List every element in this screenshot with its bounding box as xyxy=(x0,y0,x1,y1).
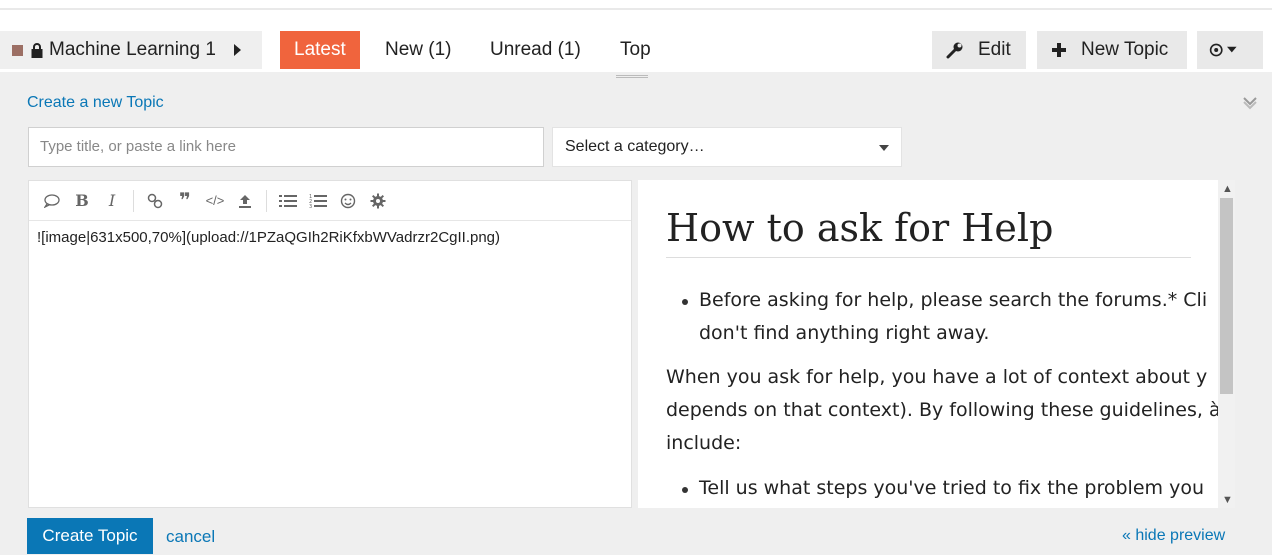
lock-icon xyxy=(31,42,43,58)
preview-pane: How to ask for Help Before asking for he… xyxy=(638,180,1235,508)
new-topic-label: New Topic xyxy=(1081,39,1169,60)
chevron-down-icon xyxy=(1227,46,1237,53)
tab-top[interactable]: Top xyxy=(606,31,665,69)
tab-new[interactable]: New (1) xyxy=(371,31,466,69)
link-icon[interactable] xyxy=(140,187,170,215)
preview-title-rule xyxy=(666,257,1191,258)
caret-right-icon xyxy=(233,44,241,56)
scroll-down-arrow-icon[interactable]: ▼ xyxy=(1222,494,1233,506)
scroll-up-arrow-icon[interactable]: ▲ xyxy=(1222,183,1233,195)
plus-icon xyxy=(1052,43,1066,57)
code-icon[interactable]: </> xyxy=(200,187,230,215)
markdown-editor[interactable]: B I ❞ </> 123 ![image|631x500,70%](uploa… xyxy=(28,180,632,508)
preview-scrollbar[interactable]: ▲ ▼ xyxy=(1218,180,1235,508)
collapse-chevron-icon[interactable] xyxy=(1242,94,1258,110)
upload-icon[interactable] xyxy=(230,187,260,215)
category-breadcrumb[interactable]: Machine Learning 1 xyxy=(0,31,262,69)
preview-paragraph-line-2: depends on that context). By following t… xyxy=(666,399,1221,421)
category-name: Machine Learning 1 xyxy=(49,39,216,60)
quote-icon[interactable] xyxy=(37,187,67,215)
create-topic-button[interactable]: Create Topic xyxy=(27,518,153,554)
preview-paragraph-line-3: include: xyxy=(666,432,742,454)
tab-latest[interactable]: Latest xyxy=(280,31,360,69)
dropdown-caret-icon xyxy=(879,145,889,151)
editor-toolbar: B I ❞ </> 123 xyxy=(29,181,631,221)
resize-grip[interactable] xyxy=(616,75,648,78)
preview-bullet-1-line-1: Before asking for help, please search th… xyxy=(699,289,1208,311)
navigation-bar: Machine Learning 1 Latest New (1) Unread… xyxy=(0,28,1272,72)
preview-bullet-2-line-1: Tell us what steps you've tried to fix t… xyxy=(699,477,1204,499)
bold-icon[interactable]: B xyxy=(67,187,97,215)
notification-options-button[interactable] xyxy=(1197,31,1263,69)
top-divider xyxy=(0,8,1272,10)
tab-unread[interactable]: Unread (1) xyxy=(476,31,595,69)
scroll-thumb[interactable] xyxy=(1220,198,1233,394)
blockquote-icon[interactable]: ❞ xyxy=(170,187,200,215)
preview-bullet-1-line-2: don't find anything right away. xyxy=(699,322,990,344)
edit-button[interactable]: Edit xyxy=(932,31,1026,69)
wrench-icon xyxy=(946,42,963,59)
cancel-link[interactable]: cancel xyxy=(166,527,215,547)
create-topic-heading-link[interactable]: Create a new Topic xyxy=(27,94,164,112)
bullet-list-icon[interactable] xyxy=(273,187,303,215)
category-color-swatch xyxy=(12,44,23,56)
notification-icon xyxy=(1209,43,1223,57)
bullet-dot xyxy=(682,299,688,305)
bullet-dot xyxy=(682,487,688,493)
category-select[interactable]: Select a category… xyxy=(552,127,902,167)
preview-paragraph-line-1: When you ask for help, you have a lot of… xyxy=(666,366,1208,388)
toolbar-divider xyxy=(266,189,267,212)
preview-title: How to ask for Help xyxy=(666,206,1054,250)
edit-label: Edit xyxy=(978,39,1011,60)
emoji-icon[interactable] xyxy=(333,187,363,215)
editor-content[interactable]: ![image|631x500,70%](upload://1PZaQGIh2R… xyxy=(37,229,500,246)
category-select-value: Select a category… xyxy=(565,138,705,155)
settings-icon[interactable] xyxy=(363,187,393,215)
composer-panel: Create a new Topic Type title, or paste … xyxy=(0,72,1272,555)
new-topic-button[interactable]: New Topic xyxy=(1037,31,1187,69)
topic-title-input[interactable]: Type title, or paste a link here xyxy=(28,127,544,167)
hide-preview-link[interactable]: « hide preview xyxy=(1122,527,1225,545)
italic-icon[interactable]: I xyxy=(97,187,127,215)
toolbar-divider xyxy=(133,189,134,212)
numbered-list-icon[interactable]: 123 xyxy=(303,187,333,215)
svg-text:3: 3 xyxy=(309,204,312,209)
